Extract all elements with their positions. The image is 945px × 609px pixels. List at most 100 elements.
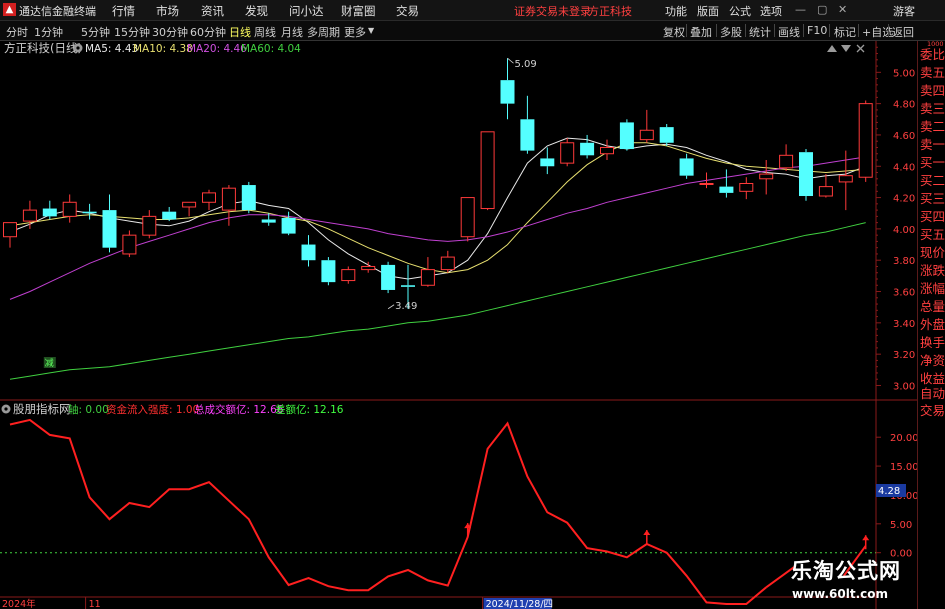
candle-body-down [520, 119, 535, 151]
candle-body-down [42, 208, 57, 217]
side-item-price[interactable]: 现价 [920, 245, 945, 261]
price-tick-label: 3.80 [893, 256, 915, 267]
candle-body-up [62, 201, 77, 217]
candle-body-up [221, 187, 236, 211]
candle-body-up [560, 142, 575, 164]
indicator-settings-gear-icon[interactable] [1, 404, 11, 414]
side-item-ask2[interactable]: 卖二 [920, 119, 945, 135]
candle-body-down [580, 142, 595, 156]
time-label: 11 [89, 599, 101, 609]
signal-arrowhead [862, 535, 870, 541]
moving-average-lines [9, 137, 866, 380]
candle-body-up [22, 209, 37, 222]
candle-body-down [321, 260, 336, 283]
legend-ma10: MA10: 4.38 [133, 43, 193, 55]
price-tick-label: 3.60 [893, 288, 915, 299]
side-item-turnover[interactable]: 换手 [920, 335, 945, 351]
side-item-bid5[interactable]: 买五 [920, 227, 945, 243]
candle-body-up [818, 186, 833, 197]
side-item-bid2[interactable]: 买二 [920, 173, 945, 189]
inflow-strength-line [9, 418, 767, 605]
candle-body-up [361, 265, 376, 271]
side-item-bid1[interactable]: 买一 [920, 155, 945, 171]
candle-body-up [460, 197, 475, 238]
indicator-tick-label: 20.00 [890, 433, 917, 444]
side-item-earnings[interactable]: 收益 [920, 371, 945, 387]
price-tick-label: 5.00 [893, 68, 915, 79]
candle-body-up [182, 201, 197, 208]
candle-body-up [838, 175, 853, 183]
candle-body-up [779, 154, 794, 169]
candle-body-down [679, 158, 694, 176]
ma-line-ma20 [9, 156, 866, 300]
indicator-tick-label: 5.00 [890, 520, 912, 531]
ma-line-ma60 [9, 222, 866, 380]
side-item-ask3[interactable]: 卖三 [920, 101, 945, 117]
side-item-ask5[interactable]: 卖五 [920, 65, 945, 81]
time-axis-labels: 2024年 11 2024/11/28/四 [2, 597, 553, 609]
candle-body-up [600, 146, 614, 155]
candle-body-down [659, 127, 674, 143]
annotation-label: 5.09 [515, 59, 537, 70]
candle-body-up [142, 215, 157, 236]
side-item-change[interactable]: 涨跌 [920, 263, 945, 279]
candle-body-up [739, 182, 754, 192]
candle-body-up [122, 234, 137, 255]
side-item-trade[interactable]: 交易 [920, 403, 945, 419]
price-tick-label: 4.80 [893, 100, 915, 111]
candle-body-up [699, 182, 714, 185]
candle-body-up [759, 173, 774, 180]
side-item-order-ratio[interactable]: 委比 [920, 47, 945, 63]
watermark-title: 乐淘公式网 [791, 559, 901, 583]
marker-label: 减 [45, 357, 54, 369]
candle-body-up [639, 129, 654, 141]
candle-body-up [341, 269, 356, 282]
legend-ma60: MA60: 4.04 [241, 43, 301, 55]
price-tick-label: 3.00 [893, 381, 915, 392]
annotation-leader [387, 304, 395, 310]
ma-line-ma10 [9, 142, 866, 274]
price-chart-title: 方正科技(日线) [4, 41, 82, 55]
candle-body-up [480, 131, 495, 210]
side-item-volume[interactable]: 总量 [920, 299, 945, 315]
side-item-ask4[interactable]: 卖四 [920, 83, 945, 99]
candle-body-down [401, 285, 415, 287]
candle-body-down [540, 158, 555, 167]
time-label: 2024年 [2, 598, 36, 609]
side-item-bid4[interactable]: 买四 [920, 209, 945, 225]
side-item-net-assets[interactable]: 净资 [920, 353, 945, 369]
candle-body-down [241, 185, 256, 211]
indicator-title: 股朋指标网 [13, 402, 71, 416]
candle-body-up [440, 256, 455, 271]
pane-close-icon[interactable] [856, 44, 865, 53]
side-item-outer[interactable]: 外盘 [920, 317, 945, 333]
side-item-change-pct[interactable]: 涨幅 [920, 281, 945, 297]
side-item-auto[interactable]: 自动 [920, 386, 945, 402]
candle-body-down [719, 186, 734, 193]
candle-body-up [202, 192, 216, 203]
legend-ma20: MA20: 4.46 [187, 43, 247, 55]
price-tick-label: 4.20 [893, 194, 915, 205]
candle-body-down [619, 122, 634, 150]
candle-body-up [420, 269, 435, 286]
side-item-bid3[interactable]: 买三 [920, 191, 945, 207]
charts-canvas[interactable]: 3.00 3.20 3.40 3.60 3.80 4.00 4.20 4.40 4.60 4.80… [0, 0, 917, 609]
candle-body-up [3, 222, 17, 238]
settings-gear-icon[interactable] [73, 43, 83, 53]
pane-down-icon[interactable] [841, 45, 851, 52]
price-tick-label: 3.20 [893, 350, 915, 361]
side-item-ask1[interactable]: 卖一 [920, 137, 945, 153]
candle-body-up [858, 103, 873, 178]
candle-body-down [500, 80, 515, 104]
watermark-url: www.60lt.com [792, 587, 889, 601]
legend-ma5: MA5: 4.43 [85, 43, 138, 55]
candle-body-down [102, 210, 117, 248]
pane-up-icon[interactable] [827, 45, 837, 52]
annotation-leader [507, 57, 514, 64]
time-label: 2024/11/28/四 [486, 599, 553, 609]
candle-body-down [281, 217, 296, 234]
indicator-lines [9, 418, 870, 605]
price-axis: 3.00 3.20 3.40 3.60 3.80 4.00 4.20 4.40 4.60 4.80… [876, 46, 915, 392]
annotation-label: 3.49 [395, 301, 417, 312]
current-value-label: 4.28 [878, 486, 900, 497]
